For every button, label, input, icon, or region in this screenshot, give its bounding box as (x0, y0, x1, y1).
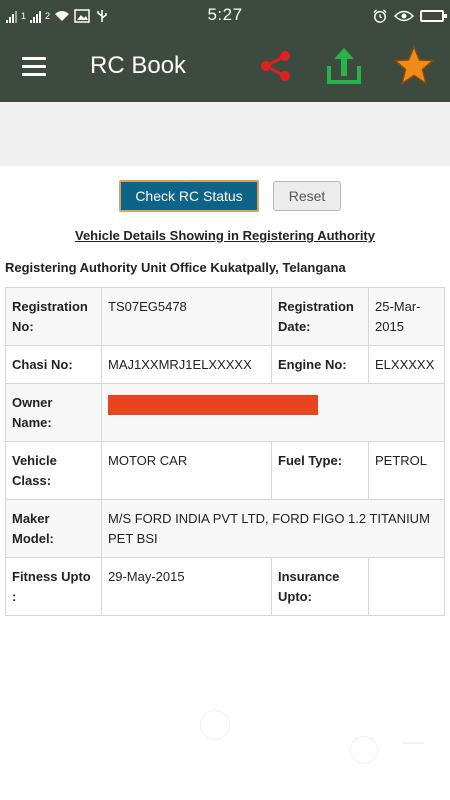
app-bar: RC Book (0, 32, 450, 102)
table-row: Fitness Upto : 29-May-2015 Insurance Upt… (5, 557, 445, 616)
vehicle-class-label: Vehicle Class: (5, 441, 102, 500)
status-right-icons (372, 6, 447, 26)
registration-date-value: 25-Mar-2015 (368, 287, 445, 346)
fitness-upto-label: Fitness Upto : (5, 557, 102, 616)
owner-name-value (101, 383, 445, 442)
fuel-type-label: Fuel Type: (271, 441, 369, 500)
star-icon[interactable] (393, 45, 435, 87)
chasi-no-label: Chasi No: (5, 345, 102, 384)
reset-button[interactable]: Reset (273, 181, 341, 211)
insurance-upto-label: Insurance Upto: (271, 557, 369, 616)
loading-ghost (350, 736, 378, 764)
maker-model-value: M/S FORD INDIA PVT LTD, FORD FIGO 1.2 TI… (101, 499, 445, 558)
details-heading: Vehicle Details Showing in Registering A… (74, 228, 375, 243)
loading-ghost (200, 710, 230, 740)
battery-icon (420, 10, 447, 22)
insurance-upto-value (368, 557, 445, 616)
fitness-upto-value: 29-May-2015 (101, 557, 272, 616)
eye-icon (394, 10, 414, 22)
table-row: Chasi No: MAJ1XXMRJ1ELXXXXX Engine No: E… (5, 345, 445, 384)
registration-no-label: Registration No: (5, 287, 102, 346)
table-row: Owner Name: (5, 383, 445, 442)
status-bar: 1 2 5:27 (0, 0, 450, 32)
table-row: Maker Model: M/S FORD INDIA PVT LTD, FOR… (5, 499, 445, 558)
loading-ghost (402, 742, 424, 744)
registration-date-label: Registration Date: (271, 287, 369, 346)
vehicle-details-table: Registration No: TS07EG5478 Registration… (5, 287, 445, 616)
chasi-no-value: MAJ1XXMRJ1ELXXXXX (101, 345, 272, 384)
engine-no-label: Engine No: (271, 345, 369, 384)
table-row: Registration No: TS07EG5478 Registration… (5, 287, 445, 346)
action-row: Check RC Status Reset (0, 180, 450, 212)
redaction-bar (108, 395, 318, 415)
ad-banner-area (0, 102, 450, 166)
registration-no-value: TS07EG5478 (101, 287, 272, 346)
owner-name-label: Owner Name: (5, 383, 102, 442)
upload-icon[interactable] (325, 46, 363, 86)
table-row: Vehicle Class: MOTOR CAR Fuel Type: PETR… (5, 441, 445, 500)
engine-no-value: ELXXXXX (368, 345, 445, 384)
menu-icon[interactable] (22, 57, 46, 77)
share-icon[interactable] (258, 48, 294, 84)
fuel-type-value: PETROL (368, 441, 445, 500)
alarm-icon (373, 9, 387, 23)
check-rc-status-button[interactable]: Check RC Status (119, 180, 259, 212)
maker-model-label: Maker Model: (5, 499, 102, 558)
vehicle-class-value: MOTOR CAR (101, 441, 272, 500)
app-title: RC Book (90, 52, 187, 79)
office-label: Registering Authority Unit Office Kukatp… (5, 260, 346, 275)
